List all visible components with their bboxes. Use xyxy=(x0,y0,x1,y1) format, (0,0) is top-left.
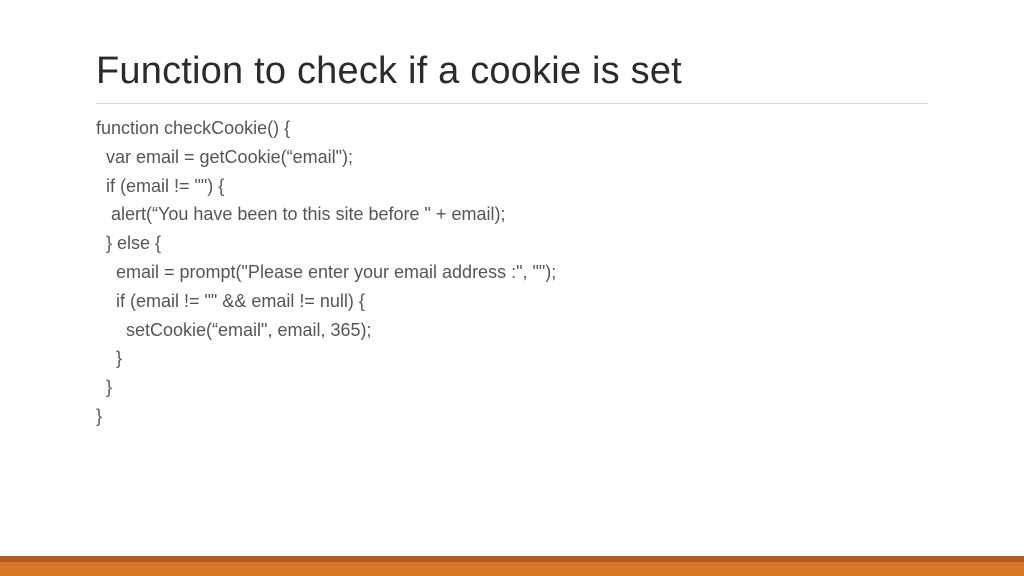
code-line: function checkCookie() { xyxy=(96,114,928,143)
code-line: email = prompt("Please enter your email … xyxy=(96,258,928,287)
code-line: alert(“You have been to this site before… xyxy=(96,200,928,229)
code-block: function checkCookie() { var email = get… xyxy=(96,114,928,431)
title-underline xyxy=(96,103,928,104)
code-line: if (email != "") { xyxy=(96,172,928,201)
slide-title: Function to check if a cookie is set xyxy=(96,50,928,93)
footer-bar-bottom xyxy=(0,562,1024,576)
code-line: } else { xyxy=(96,229,928,258)
slide: Function to check if a cookie is set fun… xyxy=(0,0,1024,576)
code-line: if (email != "" && email != null) { xyxy=(96,287,928,316)
footer-accent xyxy=(0,556,1024,576)
code-line: var email = getCookie(“email"); xyxy=(96,143,928,172)
code-line: } xyxy=(96,402,928,431)
code-line: setCookie(“email", email, 365); xyxy=(96,316,928,345)
code-line: } xyxy=(96,344,928,373)
code-line: } xyxy=(96,373,928,402)
